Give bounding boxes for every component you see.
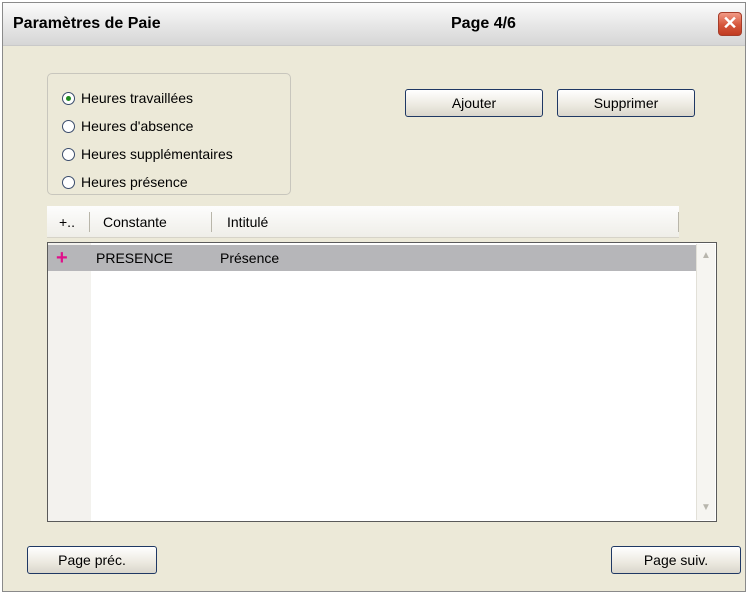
radio-heures-presence[interactable]: Heures présence xyxy=(62,174,188,190)
vertical-scrollbar[interactable]: ▲ ▼ xyxy=(696,244,715,520)
column-header-intitule[interactable]: Intitulé xyxy=(227,214,268,230)
scroll-up-icon[interactable]: ▲ xyxy=(698,248,714,264)
delete-button[interactable]: Supprimer xyxy=(557,89,695,117)
column-divider[interactable] xyxy=(89,212,90,232)
grid-header-filler xyxy=(679,206,717,238)
constants-grid: +.. Constante Intitulé + PRESENCE Présen… xyxy=(47,206,717,522)
close-icon: ✕ xyxy=(722,13,738,33)
radio-label: Heures présence xyxy=(81,174,188,190)
add-button[interactable]: Ajouter xyxy=(405,89,543,117)
next-page-button[interactable]: Page suiv. xyxy=(611,546,741,574)
radio-unselected-icon xyxy=(62,119,75,133)
grid-header: +.. Constante Intitulé xyxy=(47,206,679,238)
column-divider[interactable] xyxy=(211,212,212,232)
table-row[interactable]: + PRESENCE Présence xyxy=(48,245,696,271)
radio-selected-icon xyxy=(62,91,75,105)
plus-icon: + xyxy=(56,247,68,269)
radio-heures-supplementaires[interactable]: Heures supplémentaires xyxy=(62,146,233,162)
row-marker-gutter xyxy=(48,243,91,521)
radio-label: Heures d'absence xyxy=(81,118,194,134)
radio-heures-absence[interactable]: Heures d'absence xyxy=(62,118,193,134)
column-header-marker[interactable]: +.. xyxy=(59,214,75,230)
radio-unselected-icon xyxy=(62,147,75,161)
cell-constante: PRESENCE xyxy=(96,250,174,266)
constants-list[interactable]: + PRESENCE Présence ▲ ▼ xyxy=(47,242,717,522)
radio-label: Heures travaillées xyxy=(81,90,194,106)
title-bar[interactable]: Paramètres de Paie Page 4/6 ✕ xyxy=(3,3,745,46)
page-indicator: Page 4/6 xyxy=(451,15,516,32)
column-header-constante[interactable]: Constante xyxy=(103,214,167,230)
radio-unselected-icon xyxy=(62,175,75,189)
hours-type-radio-group: Heures travaillées Heures d'absence Heur… xyxy=(47,73,291,195)
close-button[interactable]: ✕ xyxy=(718,12,742,36)
previous-page-button[interactable]: Page préc. xyxy=(27,546,157,574)
radio-label: Heures supplémentaires xyxy=(81,146,233,162)
scroll-down-icon[interactable]: ▼ xyxy=(698,500,714,516)
settings-dialog: Paramètres de Paie Page 4/6 ✕ Heures tra… xyxy=(2,2,746,592)
radio-heures-travaillees[interactable]: Heures travaillées xyxy=(62,90,193,106)
cell-intitule: Présence xyxy=(220,250,280,266)
dialog-title: Paramètres de Paie xyxy=(13,15,161,32)
